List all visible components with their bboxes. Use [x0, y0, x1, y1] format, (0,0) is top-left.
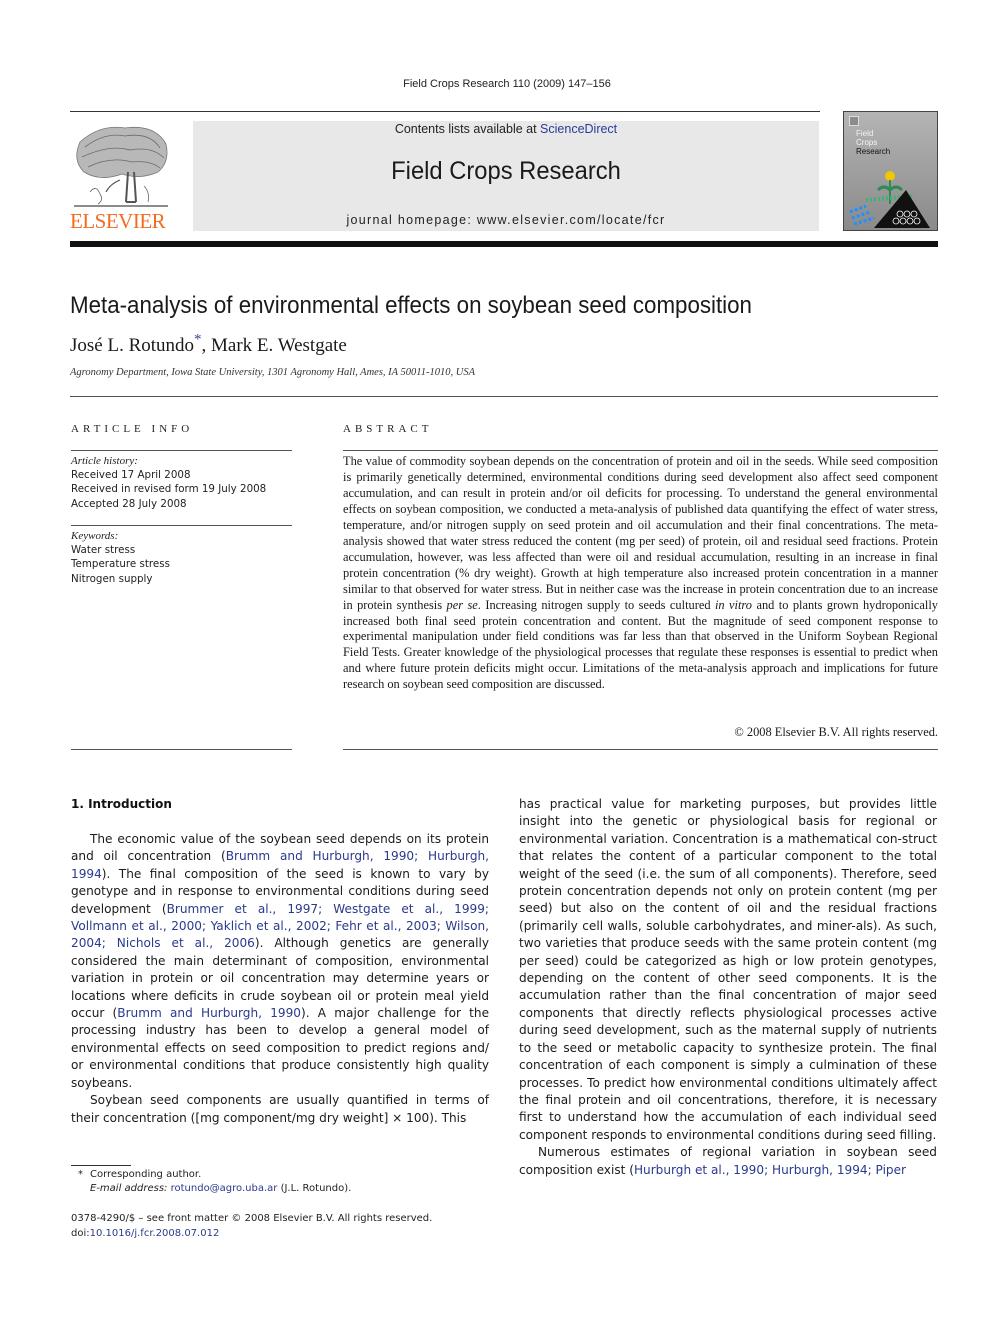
front-matter: 0378-4290/$ – see front matter © 2008 El…: [71, 1212, 432, 1241]
homepage-label: journal homepage:: [346, 213, 477, 227]
contents-availability: Contents lists available at ScienceDirec…: [193, 122, 819, 136]
sciencedirect-link[interactable]: ScienceDirect: [540, 122, 617, 136]
history-entry: Received 17 April 2008: [71, 469, 191, 482]
text-run: . Increasing nitrogen supply to seeds cu…: [477, 597, 715, 612]
abstract-text: The value of commodity soybean depends o…: [343, 454, 938, 693]
text-run: Soybean seed components are usually quan…: [71, 1093, 489, 1125]
footnote-mark: *: [78, 1169, 83, 1180]
keywords: Keywords: Water stress Temperature stres…: [71, 529, 170, 586]
text-run: has practical value for marketing purpos…: [519, 797, 937, 1142]
citation-link[interactable]: Brumm and Hurburgh, 1990: [117, 1006, 301, 1020]
section-heading-introduction: 1. Introduction: [71, 797, 172, 811]
body-column-left: The economic value of the soybean seed d…: [71, 831, 489, 1127]
corresponding-author-label: Corresponding author.: [90, 1169, 202, 1180]
divider: [343, 749, 938, 750]
article-history: Article history: Received 17 April 2008 …: [71, 454, 266, 511]
footnote-rule: [71, 1165, 131, 1166]
header-thick-rule: [70, 241, 938, 247]
history-entry: Accepted 28 July 2008: [71, 497, 187, 510]
divider: [71, 450, 292, 451]
doi-link[interactable]: 10.1016/j.fcr.2008.07.012: [90, 1228, 220, 1239]
author-separator: ,: [201, 335, 212, 356]
body-column-right: has practical value for marketing purpos…: [519, 796, 937, 1179]
article-history-label: Article history:: [71, 455, 138, 467]
doi-label: doi:: [71, 1227, 90, 1239]
divider: [71, 749, 292, 750]
issn-line: 0378-4290/$ – see front matter © 2008 El…: [71, 1213, 433, 1224]
citation-link[interactable]: Hurburgh et al., 1990; Hurburgh, 1994; P…: [634, 1163, 906, 1177]
article-title: Meta-analysis of environmental effects o…: [70, 292, 752, 319]
divider: [343, 450, 938, 451]
cover-publisher-mark-icon: [849, 116, 859, 126]
email-label: E-mail address:: [90, 1183, 168, 1194]
author-list: José L. Rotundo*, Mark E. Westgate: [70, 332, 347, 357]
history-entry: Received in revised form 19 July 2008: [71, 483, 267, 496]
author-name[interactable]: Mark E. Westgate: [211, 335, 347, 356]
homepage-link[interactable]: www.elsevier.com/locate/fcr: [477, 213, 666, 227]
journal-reference: Field Crops Research 110 (2009) 147–156: [403, 78, 611, 90]
keywords-label: Keywords:: [71, 530, 119, 542]
journal-homepage: journal homepage: www.elsevier.com/locat…: [193, 213, 819, 227]
article-info-heading: ARTICLE INFO: [71, 423, 194, 435]
keyword: Water stress: [71, 544, 136, 557]
cover-plant-illustration-icon: [849, 171, 930, 228]
cover-title-line: Research: [856, 147, 891, 156]
italic-text: per se: [446, 597, 478, 612]
author-name[interactable]: José L. Rotundo: [70, 335, 194, 356]
cover-title-line: Field: [856, 129, 874, 138]
header-rule: [70, 111, 820, 112]
abstract-heading: ABSTRACT: [343, 423, 433, 435]
keyword: Temperature stress: [71, 558, 170, 571]
corresponding-author-mark[interactable]: *: [194, 332, 202, 348]
text-run: The value of commodity soybean depends o…: [343, 454, 938, 612]
journal-masthead: Contents lists available at ScienceDirec…: [193, 121, 819, 231]
abstract-copyright: © 2008 Elsevier B.V. All rights reserved…: [734, 725, 938, 739]
footnote: * Corresponding author. E-mail address: r…: [71, 1168, 351, 1196]
paragraph: Numerous estimates of regional variation…: [519, 1144, 937, 1179]
email-link[interactable]: rotundo@agro.uba.ar: [171, 1183, 278, 1194]
journal-cover-thumbnail[interactable]: Field Crops Research: [843, 111, 938, 231]
paragraph: The economic value of the soybean seed d…: [71, 831, 489, 1092]
paragraph: Soybean seed components are usually quan…: [71, 1092, 489, 1127]
email-owner: (J.L. Rotundo).: [277, 1183, 352, 1194]
cover-title-line: Crops: [856, 138, 878, 147]
divider: [70, 396, 938, 397]
italic-text: in vitro: [714, 597, 752, 612]
keyword: Nitrogen supply: [71, 572, 153, 585]
journal-title[interactable]: Field Crops Research: [209, 157, 804, 186]
author-affiliation: Agronomy Department, Iowa State Universi…: [70, 367, 475, 378]
divider: [71, 525, 292, 526]
contents-prefix: Contents lists available at: [394, 122, 541, 136]
paragraph: has practical value for marketing purpos…: [519, 796, 937, 1144]
elsevier-wordmark[interactable]: ELSEVIER: [70, 209, 172, 234]
